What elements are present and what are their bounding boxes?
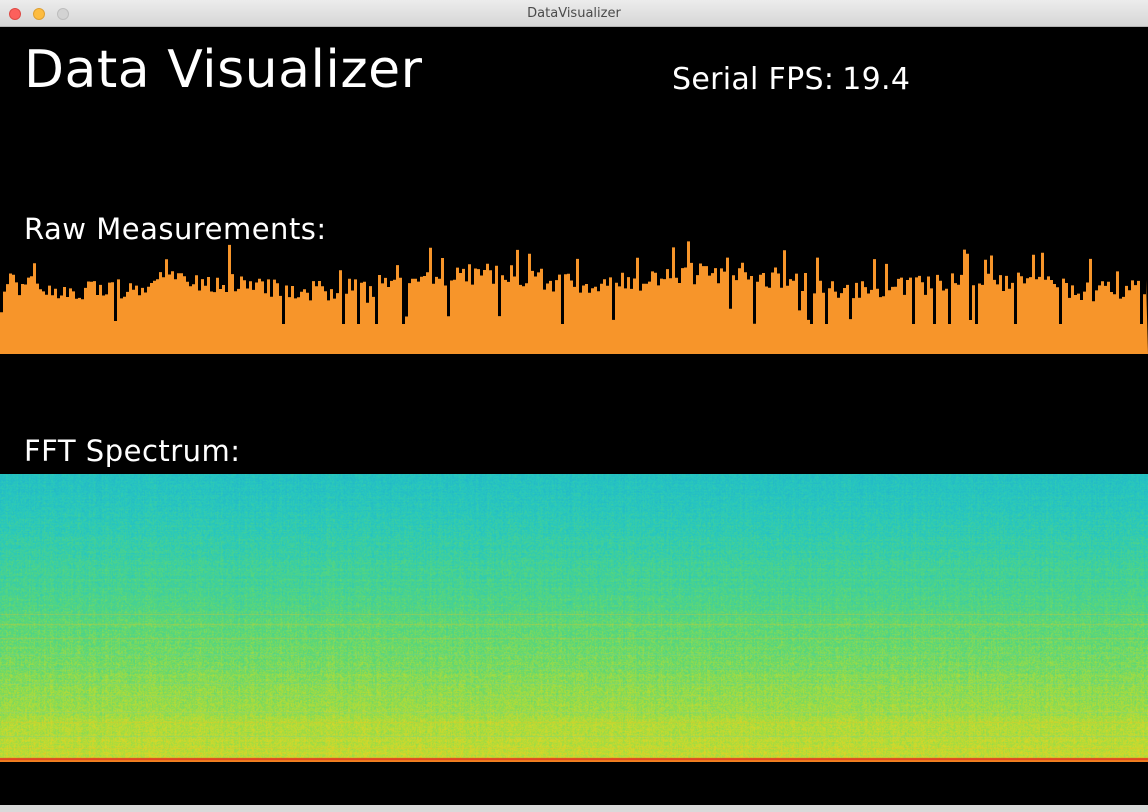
app-window: DataVisualizer Data Visualizer Serial FP… <box>0 0 1148 812</box>
fps-value: 19.4 <box>842 62 911 97</box>
title-bar[interactable]: DataVisualizer <box>0 0 1148 27</box>
window-bottom-edge <box>0 805 1148 812</box>
raw-waveform <box>0 241 1148 354</box>
fft-spectrum-label: FFT Spectrum: <box>24 434 241 468</box>
window-title: DataVisualizer <box>527 6 621 21</box>
visualizer-canvas: Data Visualizer Serial FPS: 19.4 Raw Meas… <box>0 27 1148 805</box>
raw-measurements-plot <box>0 241 1148 354</box>
fps-label: Serial FPS: <box>672 62 835 97</box>
fps-readout: Serial FPS: 19.4 <box>672 62 910 97</box>
app-title: Data Visualizer <box>24 40 423 100</box>
fft-spectrogram <box>0 474 1148 762</box>
